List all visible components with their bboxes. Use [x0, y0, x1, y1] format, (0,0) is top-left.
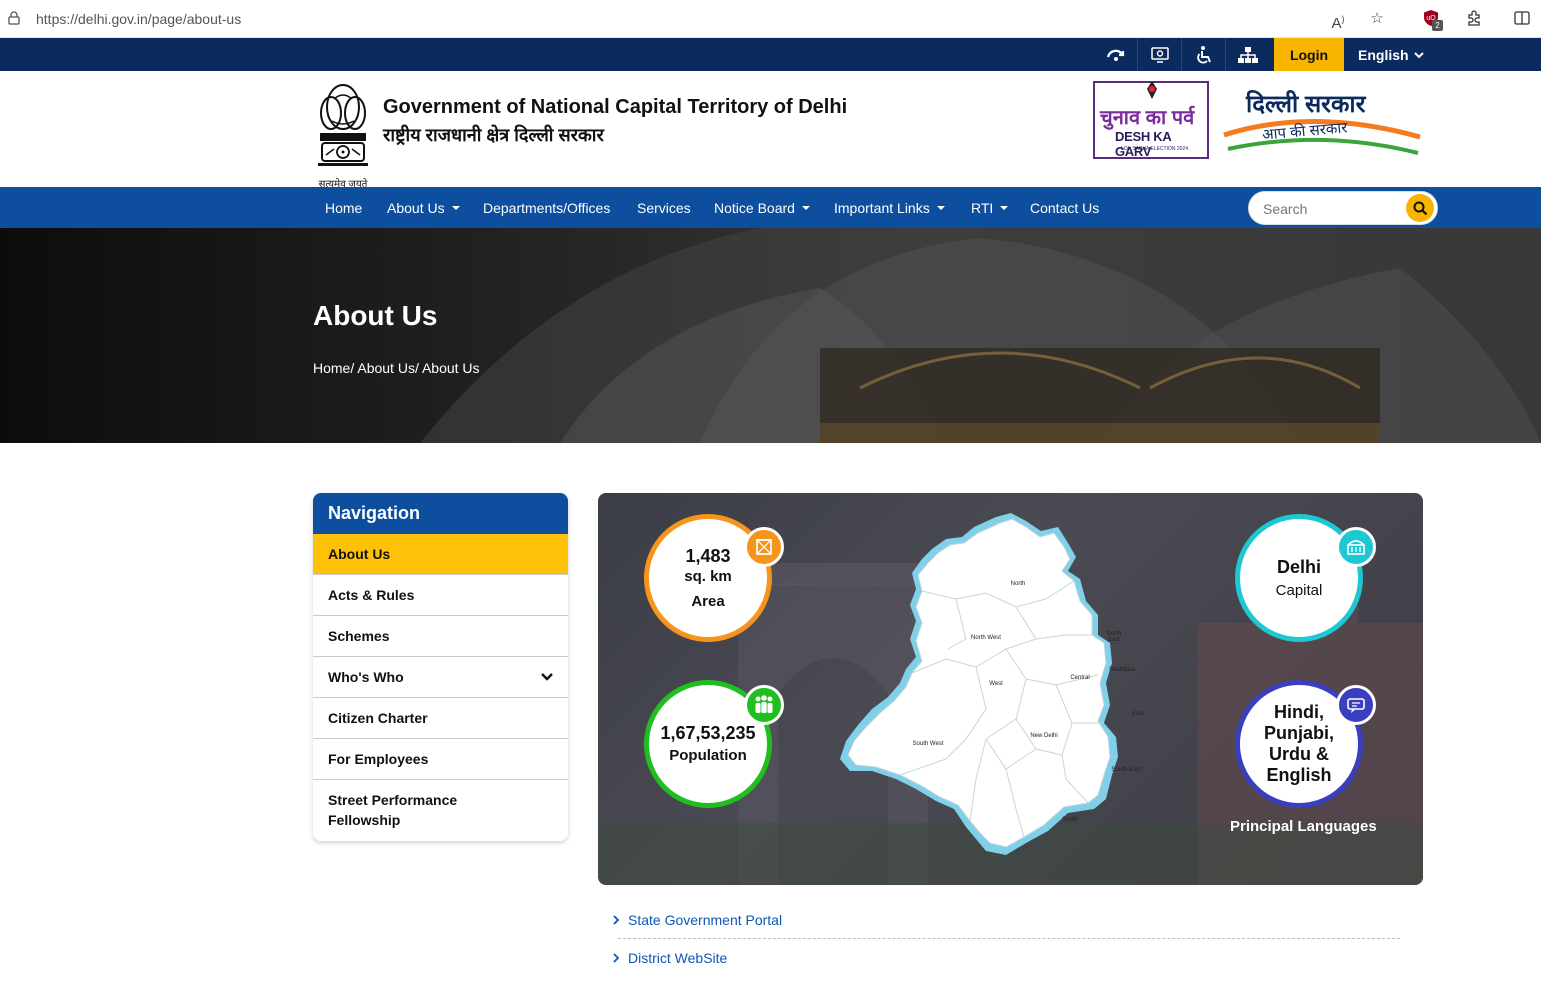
desh-logo-english: DESH KA GARV — [1115, 129, 1171, 159]
nav-important-links[interactable]: Important Links — [834, 187, 945, 228]
extensions-icon[interactable] — [1464, 9, 1484, 29]
svg-text:New Delhi: New Delhi — [1030, 733, 1057, 739]
svg-text:South: South — [1062, 817, 1078, 823]
chevron-right-icon — [613, 952, 620, 963]
sidebar-item-for-employees[interactable]: For Employees — [313, 739, 568, 780]
search-box — [1248, 191, 1438, 225]
skip-content-icon[interactable] — [1094, 38, 1138, 71]
nav-home[interactable]: Home — [325, 187, 362, 228]
svg-text:Central: Central — [1070, 675, 1089, 681]
screen-reader-icon[interactable] — [1138, 38, 1182, 71]
link-state-government-portal[interactable]: State Government Portal — [612, 901, 1402, 938]
svg-text:South West: South West — [913, 741, 944, 747]
languages-label: Principal Languages — [1230, 818, 1377, 835]
population-label: Population — [669, 747, 747, 764]
language-label: English — [1358, 46, 1409, 63]
people-icon — [744, 685, 784, 725]
favorite-star-icon[interactable]: ☆ — [1367, 9, 1387, 29]
area-grid-icon — [744, 527, 784, 567]
nav-rti[interactable]: RTI — [971, 187, 1009, 228]
desh-logo-subtitle: LOK SABHA ELECTION 2024 — [1121, 146, 1188, 152]
ballot-ink-icon — [1147, 81, 1157, 99]
sidebar-item-citizen-charter[interactable]: Citizen Charter — [313, 698, 568, 739]
svg-text:West: West — [989, 681, 1003, 687]
population-value: 1,67,53,235 — [660, 723, 756, 743]
browser-address-bar: https://delhi.gov.in/page/about-us A) ☆ … — [0, 0, 1541, 38]
login-button[interactable]: Login — [1274, 38, 1344, 71]
chevron-right-icon — [613, 914, 620, 925]
svg-text:North: North — [1011, 581, 1026, 587]
national-emblem-logo[interactable]: सत्यमेव जयते — [312, 77, 374, 190]
languages-value: Hindi, Punjabi, Urdu & English — [1263, 702, 1334, 785]
language-select[interactable]: English — [1358, 38, 1425, 71]
capital-value: Delhi — [1276, 556, 1321, 577]
capital-building-icon — [1336, 527, 1376, 567]
chat-bubble-icon — [1336, 685, 1376, 725]
breadcrumb[interactable]: Home/ About Us/ About Us — [313, 360, 480, 376]
link-district-website[interactable]: District WebSite — [612, 939, 1402, 976]
lotus-temple-backdrop — [0, 228, 1541, 443]
read-aloud-icon[interactable]: A) — [1328, 9, 1348, 32]
nav-departments[interactable]: Departments/Offices — [483, 187, 610, 228]
related-links: State Government Portal District WebSite — [612, 901, 1402, 976]
extension-badge: 2 — [1432, 20, 1443, 31]
sidebar-item-about-us[interactable]: About Us — [313, 534, 568, 575]
search-button[interactable] — [1406, 194, 1434, 222]
utility-bar: Login English — [0, 38, 1541, 71]
nav-contact-us[interactable]: Contact Us — [1030, 187, 1099, 228]
sidebar-navigation: Navigation About Us Acts & Rules Schemes… — [313, 493, 568, 841]
chevron-down-icon[interactable] — [540, 671, 554, 683]
svg-text:Shahdara: Shahdara — [1109, 667, 1136, 673]
area-label: Area — [691, 592, 725, 610]
sidebar-item-acts-rules[interactable]: Acts & Rules — [313, 575, 568, 616]
sitemap-icon[interactable] — [1226, 38, 1270, 71]
search-input[interactable] — [1263, 199, 1403, 219]
caret-down-icon — [801, 205, 810, 210]
lock-icon — [8, 11, 20, 25]
accessibility-icon[interactable] — [1182, 38, 1226, 71]
caret-down-icon — [451, 205, 460, 210]
hero-banner: About Us Home/ About Us/ About Us — [0, 228, 1541, 443]
chevron-down-icon — [1413, 51, 1424, 58]
nav-about-us[interactable]: About Us — [387, 187, 460, 228]
caret-down-icon — [936, 205, 945, 210]
sidebar-item-whos-who[interactable]: Who's Who — [313, 657, 568, 698]
desh-logo-hindi: चुनाव का पर्व — [1100, 107, 1195, 129]
svg-text:East: East — [1108, 637, 1120, 643]
sidebar-item-street-performance[interactable]: Street Performance Fellowship — [313, 780, 568, 840]
area-unit: sq. km — [684, 567, 732, 585]
svg-text:South East: South East — [1111, 767, 1141, 773]
extension-shield-icon[interactable]: uO 2 — [1421, 9, 1443, 31]
sidebar-item-schemes[interactable]: Schemes — [313, 616, 568, 657]
site-title-english[interactable]: Government of National Capital Territory… — [383, 96, 847, 119]
split-view-icon[interactable] — [1512, 9, 1532, 29]
delhi-district-map[interactable]: North North West NorthEast Shahdara West… — [836, 509, 1176, 869]
site-header: सत्यमेव जयते Government of National Capi… — [0, 71, 1541, 190]
url-text[interactable]: https://delhi.gov.in/page/about-us — [36, 11, 241, 27]
page-title: About Us — [313, 300, 438, 331]
nav-services[interactable]: Services — [637, 187, 691, 228]
site-title-hindi[interactable]: राष्ट्रीय राजधानी क्षेत्र दिल्ली सरकार — [383, 123, 604, 147]
svg-text:North West: North West — [971, 635, 1001, 641]
nav-notice-board[interactable]: Notice Board — [714, 187, 810, 228]
search-icon — [1413, 201, 1427, 215]
desh-ka-garv-logo[interactable]: चुनाव का पर्व DESH KA GARV LOK SABHA ELE… — [1093, 81, 1209, 159]
svg-text:East: East — [1132, 711, 1144, 717]
capital-label: Capital — [1275, 581, 1323, 599]
caret-down-icon — [1000, 205, 1009, 210]
sidebar-heading: Navigation — [313, 493, 568, 534]
area-value: 1,483 — [685, 545, 731, 566]
dilli-sarkar-logo[interactable]: दिल्ली सरकार आप की सरकार — [1222, 83, 1422, 157]
